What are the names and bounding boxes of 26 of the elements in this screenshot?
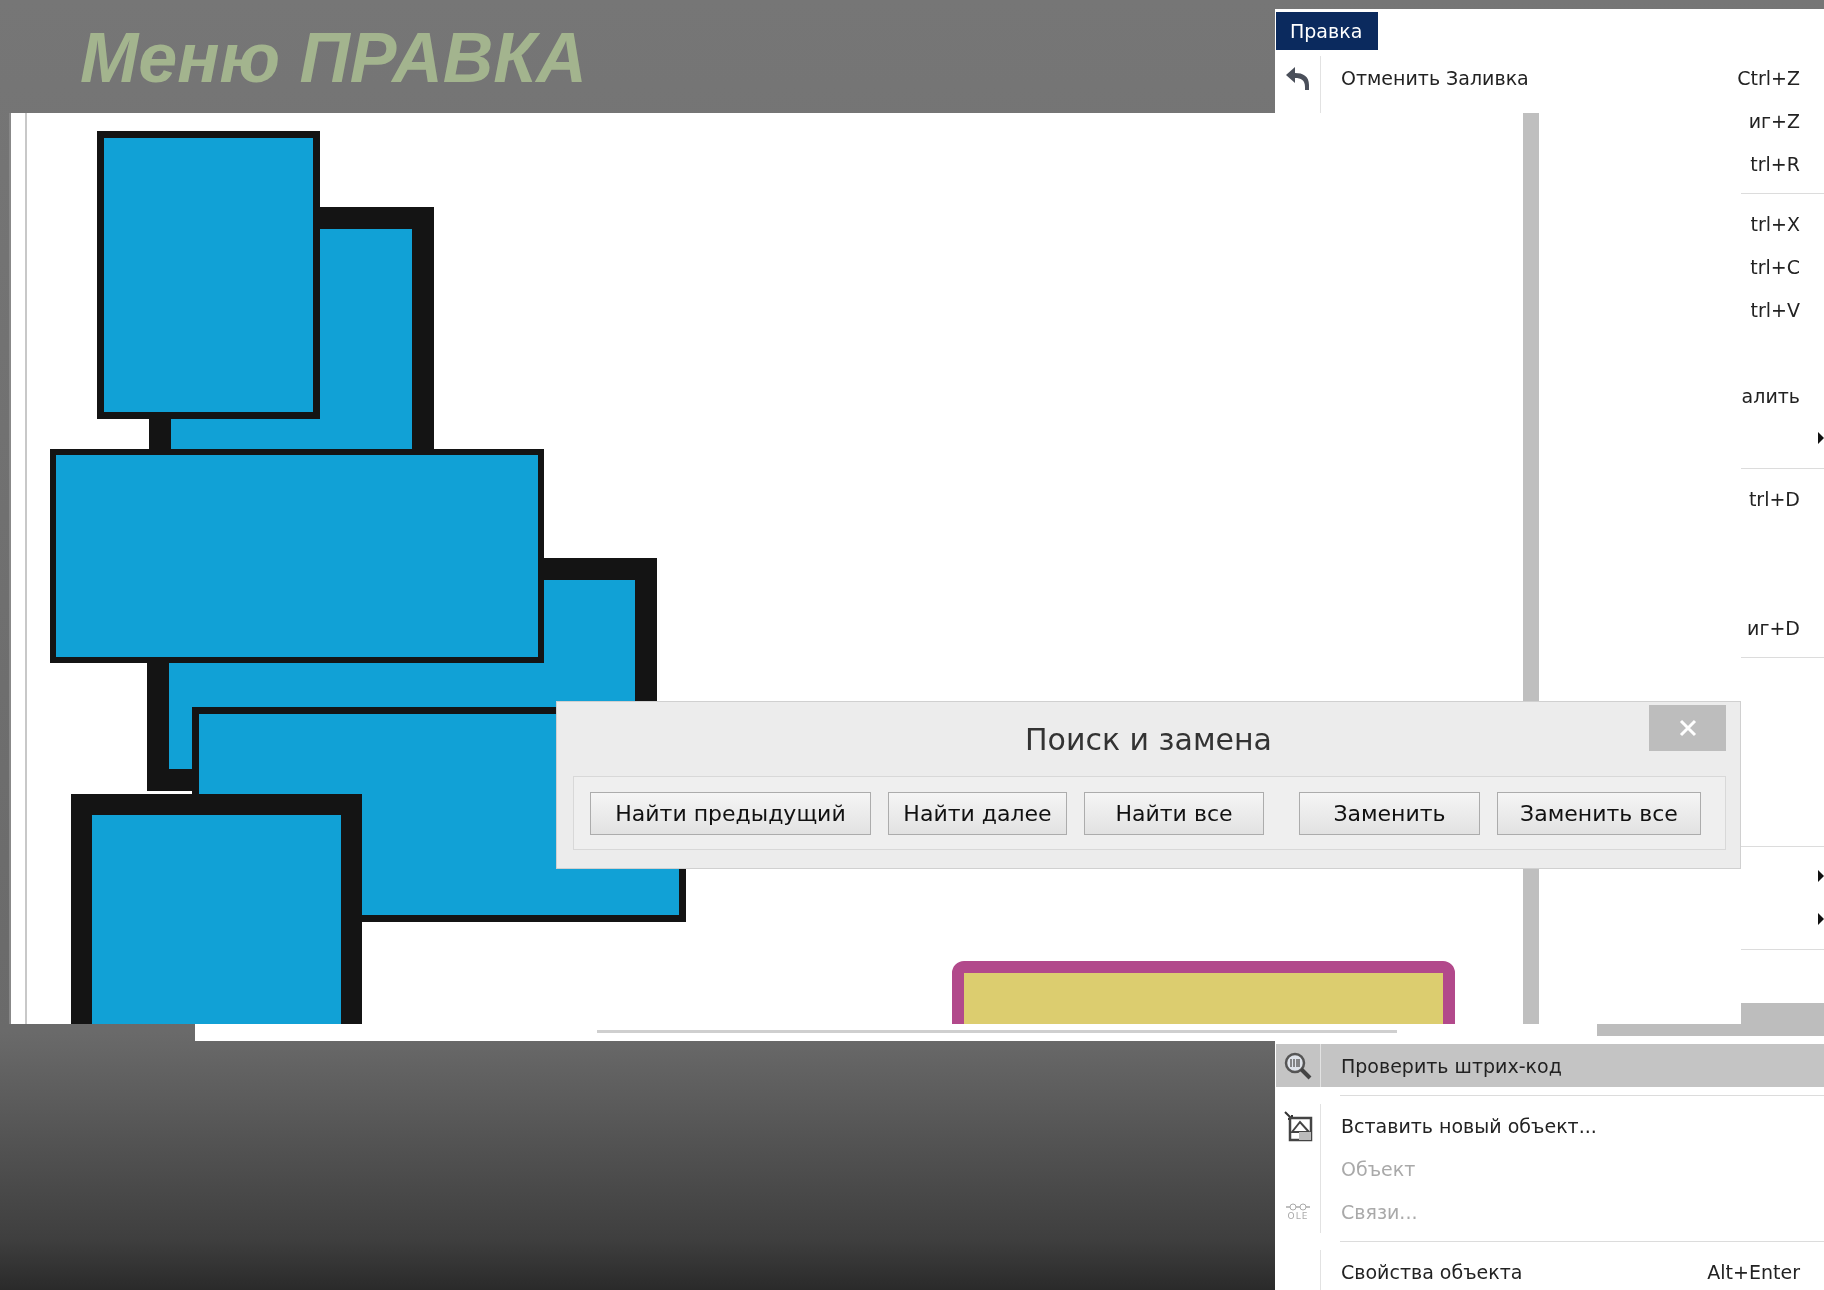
dialog-button[interactable]: Найти далее (888, 791, 1067, 835)
shortcut-text: trl+V (1750, 298, 1801, 321)
shortcut-text: иг+Z (1748, 109, 1801, 132)
link-icon (1285, 1202, 1311, 1211)
dialog-button[interactable]: Найти предыдущий (590, 791, 871, 835)
close-button[interactable] (1649, 705, 1726, 751)
menu-item[interactable]: Проверить штрих-код (1276, 1044, 1824, 1087)
menu-item[interactable]: Свойства объекта Alt+Enter (1276, 1250, 1824, 1290)
dialog-button[interactable]: Заменить (1299, 791, 1480, 835)
magnifier-icon (1283, 1050, 1313, 1081)
shortcut-text: иг+D (1747, 616, 1801, 639)
shortcut-text: trl+D (1748, 487, 1801, 510)
dialog-button[interactable]: Найти все (1084, 791, 1264, 835)
slide-title: Меню ПРАВКА (80, 18, 587, 98)
close-icon (1678, 719, 1697, 737)
menu-item[interactable]: Отменить Заливка Ctrl+Z (1276, 56, 1824, 99)
shortcut-text: trl+C (1750, 255, 1801, 278)
ole-label: OLE (1287, 1210, 1309, 1221)
shortcut-text: алить (1741, 384, 1801, 407)
menu-title-tab[interactable]: Правка (1276, 12, 1379, 50)
shortcut-text: trl+X (1750, 212, 1801, 235)
dialog-button[interactable]: Заменить все (1497, 791, 1701, 835)
shortcut-text: trl+R (1750, 152, 1801, 175)
menu-item[interactable]: Вставить новый объект... (1276, 1104, 1824, 1147)
insert-frame-icon (1283, 1109, 1313, 1142)
dialog-title: Поиск и замена (1024, 721, 1273, 756)
